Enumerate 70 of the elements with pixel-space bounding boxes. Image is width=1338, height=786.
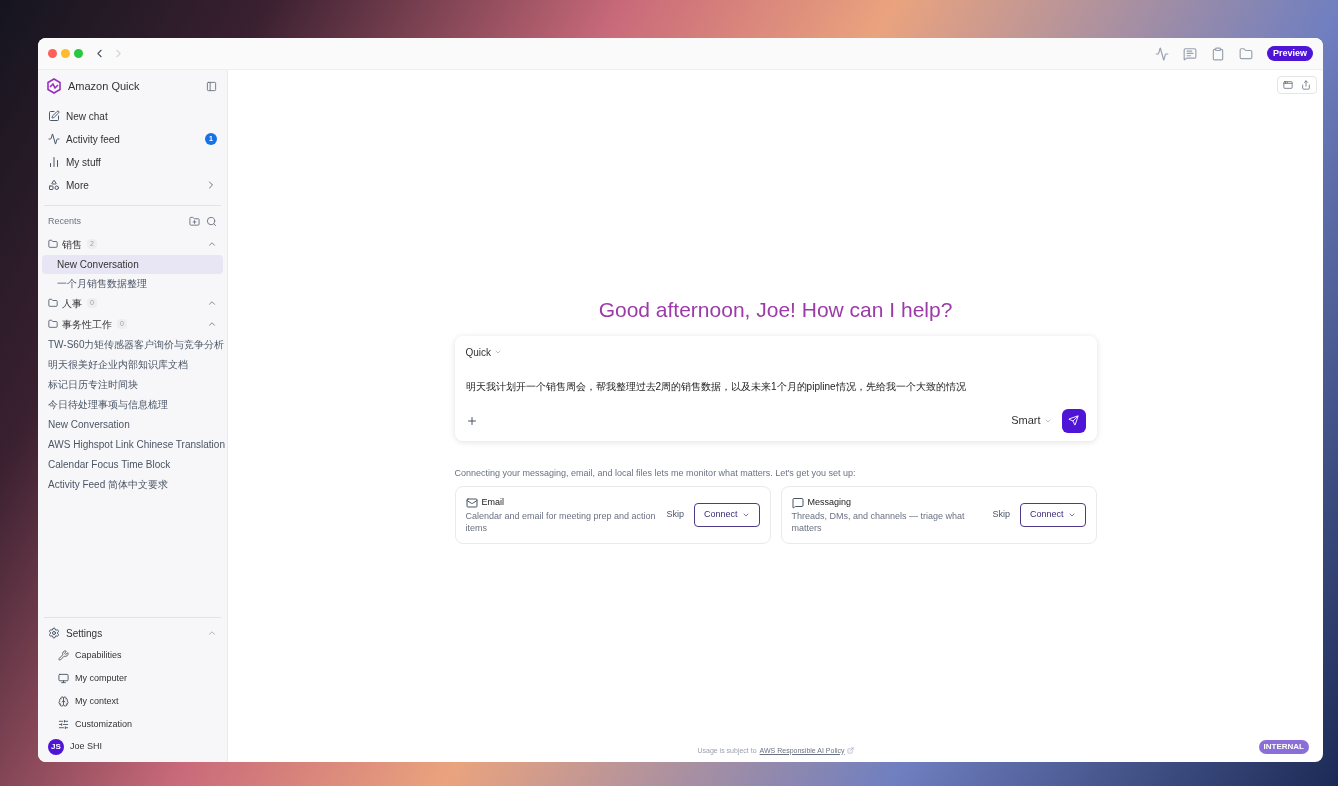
brain-icon <box>58 696 69 707</box>
monitor-icon <box>58 673 69 684</box>
setup-prompt: Connecting your messaging, email, and local files lets me monitor what matters. Let's get you set up: <box>454 466 857 480</box>
user-name: Joe SHI <box>70 740 102 754</box>
edit-icon <box>48 110 60 122</box>
model-dropdown[interactable]: Smart <box>1011 412 1052 429</box>
conversation-item[interactable]: Activity Feed 简体中文要求 <box>42 474 223 495</box>
chevron-up-icon <box>207 239 217 249</box>
chat-icon[interactable] <box>1182 46 1197 61</box>
nav-item[interactable]: My stuff <box>42 150 223 174</box>
external-link-icon <box>846 747 854 755</box>
connect-button[interactable]: Connect <box>693 503 760 527</box>
connector-title: Messaging <box>807 496 852 509</box>
sliders-icon <box>58 719 69 730</box>
send-icon <box>1068 415 1079 426</box>
greeting-heading: Good afternoon, Joe! How can I help? <box>597 297 954 323</box>
folder-icon <box>48 319 58 329</box>
conversation-item[interactable]: Calendar Focus Time Block <box>42 454 223 475</box>
skip-button[interactable]: Skip <box>666 508 684 522</box>
settings-icon <box>48 627 60 639</box>
conversation-item[interactable]: AWS Highspot Link Chinese Translation <box>42 434 223 455</box>
skip-button[interactable]: Skip <box>992 508 1010 522</box>
send-button[interactable] <box>1061 408 1086 433</box>
settings-item[interactable]: Capabilities <box>42 644 223 667</box>
internal-badge: INTERNAL <box>1258 740 1309 754</box>
add-icon[interactable] <box>465 414 478 427</box>
chevron-up-icon <box>207 298 217 308</box>
conversation-item[interactable]: 今日待处理事项与信息梳理 <box>42 394 223 415</box>
wrench-icon <box>58 650 69 661</box>
settings-item[interactable]: My computer <box>42 667 223 690</box>
settings-item[interactable]: My context <box>42 690 223 713</box>
panel-toggle-icon[interactable] <box>206 80 217 92</box>
preview-badge: Preview <box>1266 45 1313 62</box>
conversation-item[interactable]: 标记日历专注时间块 <box>42 374 223 395</box>
app-name: Amazon Quick <box>68 79 140 94</box>
new-folder-icon[interactable] <box>189 216 200 227</box>
window-icon[interactable] <box>1283 80 1293 90</box>
conversation-item[interactable]: 一个月销售数据整理 <box>42 273 223 293</box>
connector-description: Threads, DMs, and channels — triage what matters <box>791 509 966 534</box>
nav-item[interactable]: More <box>42 173 223 197</box>
hexagon-logo-icon <box>46 78 62 95</box>
pulse-icon <box>48 133 60 145</box>
pulse-icon[interactable] <box>1154 46 1169 61</box>
chevron-up-icon <box>207 628 217 638</box>
conversation-item[interactable]: New Conversation <box>42 414 223 435</box>
connector-title: Email <box>481 496 504 509</box>
settings-row[interactable]: Settings <box>42 622 223 644</box>
folder-icon <box>48 239 58 249</box>
conversation-item[interactable]: TW-S60力矩传感器客户询价与竞争分析 <box>42 334 223 355</box>
mail-icon <box>465 496 478 509</box>
settings-item[interactable]: Customization <box>42 713 223 736</box>
connector-description: Calendar and email for meeting prep and action items <box>465 509 657 534</box>
message-input[interactable]: 明天我计划开一个销售周会，帮我整理过去2周的销售数据，以及未来1个月的pipline情况，先给我一个大致的情况 <box>465 378 1086 409</box>
search-icon[interactable] <box>206 216 217 227</box>
share-icon[interactable] <box>1301 80 1311 90</box>
chat-bubble-icon <box>791 496 804 509</box>
shapes-icon <box>48 179 60 191</box>
chevron-up-icon <box>207 319 217 329</box>
mode-dropdown[interactable]: Quick <box>465 344 1086 360</box>
folder-icon[interactable] <box>1238 46 1253 61</box>
recents-heading: Recents <box>48 214 83 228</box>
conversation-item[interactable]: New Conversation <box>42 254 223 274</box>
bar-chart-icon <box>48 156 60 168</box>
user-avatar[interactable]: JS <box>48 739 64 755</box>
connect-button[interactable]: Connect <box>1019 503 1086 527</box>
conversation-item[interactable]: 明天很美好企业内部知识库文档 <box>42 354 223 375</box>
caret-icon <box>494 348 503 356</box>
clipboard-icon[interactable] <box>1210 46 1225 61</box>
nav-item[interactable]: New chat <box>42 104 223 128</box>
folder-icon <box>48 298 58 308</box>
